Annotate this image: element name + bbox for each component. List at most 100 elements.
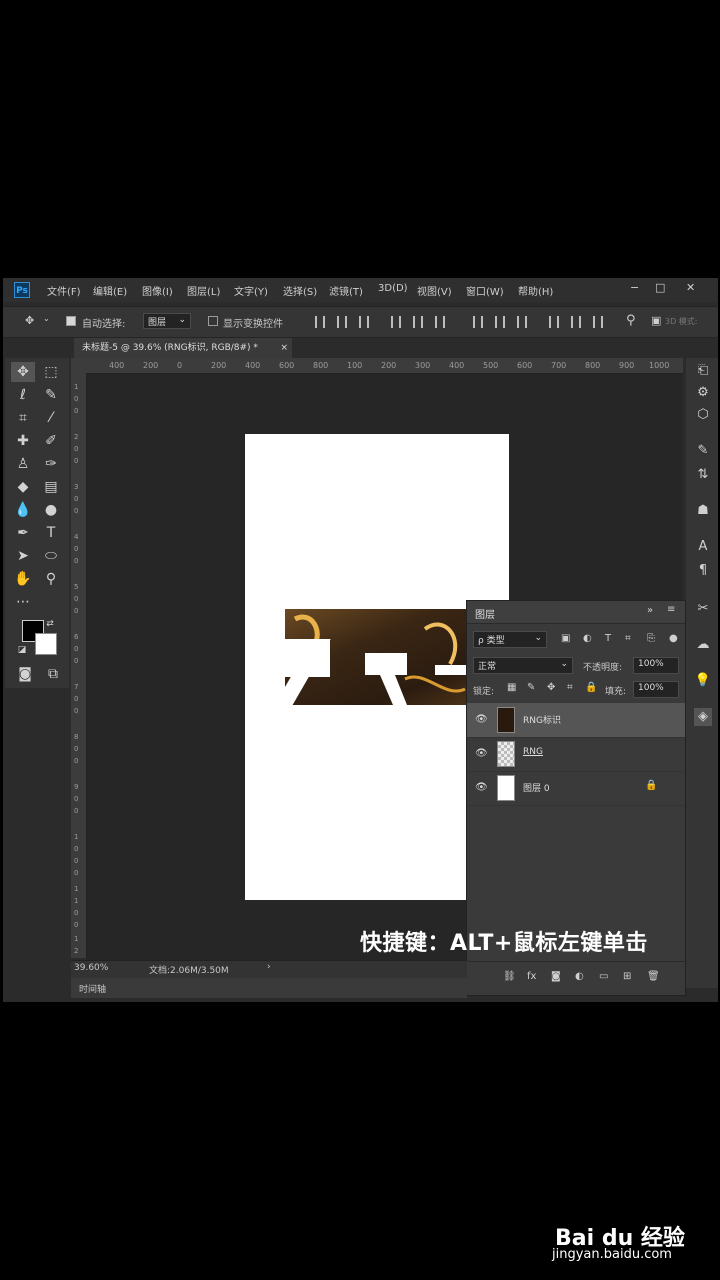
lock-artboard-icon[interactable]: ⌗	[567, 682, 573, 693]
more-tools-icon[interactable]: ⋯	[11, 592, 35, 612]
distribute-top-icon[interactable]	[473, 316, 483, 328]
quick-mask-icon[interactable]: ◙	[13, 664, 37, 684]
minimize-button[interactable]: −	[630, 281, 639, 294]
ellipse-tool-icon[interactable]: ⬭	[39, 546, 63, 566]
filter-toggle-icon[interactable]: ●	[669, 633, 678, 644]
layer-row[interactable]: 👁 RNG标识	[467, 703, 685, 738]
filter-pixel-icon[interactable]: ▣	[561, 633, 570, 644]
layer-name[interactable]: RNG	[523, 747, 543, 757]
auto-select-checkbox[interactable]	[66, 316, 76, 326]
lock-position-icon[interactable]: ✥	[547, 682, 555, 693]
healing-brush-tool-icon[interactable]: ✚	[11, 431, 35, 451]
panel-menu-icon[interactable]: ≡	[667, 604, 675, 615]
trash-icon[interactable]: 🗑	[647, 971, 660, 982]
menu-edit[interactable]: 编辑(E)	[93, 283, 127, 298]
history-brush-tool-icon[interactable]: ✑	[39, 454, 63, 474]
layer-name[interactable]: 图层 0	[523, 781, 550, 794]
libraries-panel-icon[interactable]: ☁	[694, 636, 712, 654]
filter-type-icon[interactable]: T	[605, 633, 611, 644]
add-mask-icon[interactable]: ◙	[551, 971, 561, 982]
search-icon[interactable]: ⚲	[626, 313, 636, 328]
brush-panel-icon[interactable]: ✎	[694, 442, 712, 460]
3d-panel-icon[interactable]: ⬡	[694, 406, 712, 424]
distribute-vcenter-icon[interactable]	[495, 316, 505, 328]
menu-3d[interactable]: 3D(D)	[378, 283, 408, 294]
distribute-hcenter-icon[interactable]	[571, 316, 581, 328]
learn-panel-icon[interactable]: 💡	[694, 672, 712, 690]
distribute-right-icon[interactable]	[593, 316, 603, 328]
restore-button[interactable]: □	[655, 281, 665, 294]
menu-layer[interactable]: 图层(L)	[187, 283, 220, 298]
default-colors-icon[interactable]: ◪	[15, 640, 29, 660]
adjustments-panel-icon[interactable]: ⇅	[694, 466, 712, 484]
hand-tool-icon[interactable]: ✋	[11, 569, 35, 589]
character-panel-icon[interactable]: A	[694, 538, 712, 556]
menu-select[interactable]: 选择(S)	[283, 283, 317, 298]
status-menu-arrow-icon[interactable]: ›	[267, 962, 271, 972]
marquee-tool-icon[interactable]: ⬚	[39, 362, 63, 382]
menu-window[interactable]: 窗口(W)	[466, 283, 504, 298]
paragraph-panel-icon[interactable]: ¶	[694, 562, 712, 580]
filter-shape-icon[interactable]: ⌗	[625, 633, 631, 644]
move-tool-icon[interactable]: ✥	[25, 314, 34, 327]
group-folder-icon[interactable]: ▭	[599, 971, 608, 982]
new-layer-icon[interactable]: ⊞	[623, 971, 631, 982]
dodge-tool-icon[interactable]: ●	[39, 500, 63, 520]
opacity-input[interactable]: 100%	[633, 657, 679, 674]
layer-style-icon[interactable]: fx	[527, 971, 536, 982]
lock-transparent-icon[interactable]: ▦	[507, 682, 516, 693]
link-layers-icon[interactable]: ⛓	[503, 971, 516, 982]
auto-select-dropdown[interactable]: 图层 ⌄	[143, 313, 191, 329]
collapse-panel-icon[interactable]: »	[647, 605, 653, 616]
close-tab-icon[interactable]: ×	[280, 338, 288, 358]
layer-name[interactable]: RNG标识	[523, 713, 561, 726]
align-hcenter-icon[interactable]	[413, 316, 423, 328]
properties-panel-icon[interactable]: ⚙	[694, 384, 712, 402]
path-select-tool-icon[interactable]: ➤	[11, 546, 35, 566]
filter-adjustment-icon[interactable]: ◐	[583, 633, 592, 644]
quick-select-tool-icon[interactable]: ✎	[39, 385, 63, 405]
layer-row[interactable]: 👁 RNG	[467, 737, 685, 772]
zoom-level[interactable]: 39.60%	[74, 963, 108, 973]
eye-icon[interactable]: 👁	[475, 714, 488, 725]
layer-row[interactable]: 👁 图层 0 🔒	[467, 771, 685, 806]
clone-stamp-tool-icon[interactable]: ♙	[11, 454, 35, 474]
swap-colors-icon[interactable]: ⇄	[43, 614, 57, 634]
menu-help[interactable]: 帮助(H)	[518, 283, 553, 298]
menu-image[interactable]: 图像(I)	[142, 283, 173, 298]
tool-preset-chevron-icon[interactable]: ⌄	[43, 314, 50, 323]
layer-filter-dropdown[interactable]: ρ 类型 ⌄	[473, 631, 547, 648]
align-right-icon[interactable]	[435, 316, 445, 328]
filter-smart-object-icon[interactable]: ⎘	[647, 633, 655, 644]
menu-file[interactable]: 文件(F)	[47, 283, 81, 298]
lock-all-icon[interactable]: 🔒	[585, 682, 597, 693]
adjustment-layer-icon[interactable]: ◐	[575, 971, 584, 982]
menu-filter[interactable]: 滤镜(T)	[329, 283, 363, 298]
type-tool-icon[interactable]: T	[39, 523, 63, 543]
align-vcenter-icon[interactable]	[337, 316, 347, 328]
menu-type[interactable]: 文字(Y)	[234, 283, 268, 298]
eyedropper-tool-icon[interactable]: ⁄	[39, 408, 63, 428]
align-top-icon[interactable]	[315, 316, 325, 328]
fill-input[interactable]: 100%	[633, 681, 679, 698]
distribute-left-icon[interactable]	[549, 316, 559, 328]
workspace-icon[interactable]: ▣	[651, 314, 661, 327]
align-left-icon[interactable]	[391, 316, 401, 328]
eye-icon[interactable]: 👁	[475, 748, 488, 759]
background-color-swatch[interactable]	[35, 633, 57, 655]
move-tool-icon[interactable]: ✥	[11, 362, 35, 382]
distribute-bottom-icon[interactable]	[517, 316, 527, 328]
timeline-tab[interactable]: 时间轴	[79, 982, 106, 995]
history-panel-icon[interactable]: ⎗	[694, 362, 712, 380]
lasso-tool-icon[interactable]: ℓ	[11, 385, 35, 405]
screen-mode-icon[interactable]: ⧉	[41, 664, 65, 684]
eye-icon[interactable]: 👁	[475, 782, 488, 793]
tools-panel-icon[interactable]: ✂	[694, 600, 712, 618]
gradient-tool-icon[interactable]: ▤	[39, 477, 63, 497]
pen-tool-icon[interactable]: ✒	[11, 523, 35, 543]
menu-view[interactable]: 视图(V)	[417, 283, 452, 298]
lock-image-icon[interactable]: ✎	[527, 682, 535, 693]
show-transform-checkbox[interactable]	[208, 316, 218, 326]
zoom-tool-icon[interactable]: ⚲	[39, 569, 63, 589]
document-tab[interactable]: 未标题-5 @ 39.6% (RNG标识, RGB/8#) * ×	[74, 338, 292, 358]
